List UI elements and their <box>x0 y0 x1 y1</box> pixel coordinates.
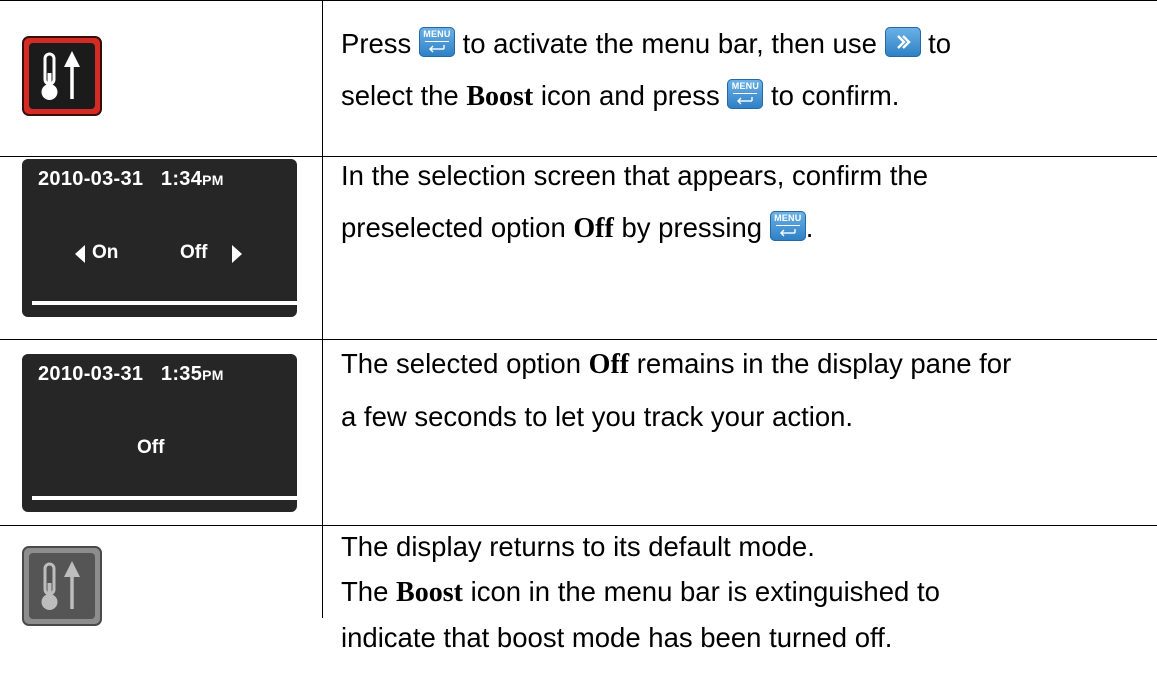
lcd-screen-selection: 2010-03-31 1:34PM On Off <box>22 159 297 317</box>
text: The selected option <box>341 348 589 379</box>
row2-instruction: In the selection screen that appears, co… <box>341 150 1141 255</box>
text: In the selection screen that appears, co… <box>341 160 928 191</box>
lcd-option-off: Off <box>180 242 208 263</box>
triangle-right-icon <box>232 245 242 263</box>
boost-term: Boost <box>466 81 534 112</box>
lcd-option-off: Off <box>137 437 165 458</box>
text: icon and press <box>533 80 728 111</box>
text: icon in the menu bar is extinguished to <box>462 576 940 607</box>
text: select the <box>341 80 467 111</box>
lcd-time: 1:34 <box>160 168 203 190</box>
lcd-datetime: 2010-03-31 1:34PM <box>38 168 224 191</box>
text: by pressing <box>613 212 770 243</box>
double-chevron-right-icon <box>896 34 911 49</box>
text: . <box>805 212 814 243</box>
boost-icon-inactive <box>22 546 102 626</box>
row1-instruction: Press MENU to activate the menu bar, the… <box>341 18 1141 123</box>
enter-arrow-icon <box>779 228 796 237</box>
text: The display returns to its default mode. <box>341 531 815 562</box>
lcd-status-bar <box>32 496 297 500</box>
lcd-status-bar <box>32 301 297 305</box>
off-term: Off <box>573 213 614 244</box>
lcd-datetime: 2010-03-31 1:35PM <box>38 363 224 386</box>
boost-icon-active <box>22 36 102 116</box>
text: remains in the display pane for <box>629 348 1012 379</box>
text: to confirm. <box>763 80 900 111</box>
triangle-left-icon <box>75 245 85 263</box>
text: Press <box>341 28 419 59</box>
text: to activate the menu bar, then use <box>454 28 885 59</box>
lcd-screen-confirmed: 2010-03-31 1:35PM Off <box>22 354 297 512</box>
enter-arrow-icon <box>737 96 754 105</box>
lcd-ampm: PM <box>202 367 224 383</box>
text: indicate that boost mode has been turned… <box>341 622 893 653</box>
text: a few seconds to let you track your acti… <box>341 401 854 432</box>
thermometer-up-icon <box>41 51 80 100</box>
menu-key-button: MENU <box>418 26 455 57</box>
menu-key-button: MENU <box>727 78 764 109</box>
row4-instruction: The display returns to its default mode.… <box>341 524 1141 660</box>
lcd-option-on: On <box>92 242 119 263</box>
lcd-date: 2010-03-31 <box>38 363 144 385</box>
lcd-date: 2010-03-31 <box>38 168 144 190</box>
enter-arrow-icon <box>428 44 445 53</box>
row3-instruction: The selected option Off remains in the d… <box>341 338 1141 443</box>
lcd-ampm: PM <box>202 172 224 188</box>
off-term: Off <box>588 349 630 380</box>
table-column-rule <box>322 0 323 618</box>
next-key-button <box>884 26 921 57</box>
text: The <box>341 576 397 607</box>
thermometer-up-icon <box>41 561 80 610</box>
lcd-time: 1:35 <box>160 363 203 385</box>
menu-key-button: MENU <box>769 210 806 241</box>
table-top-rule <box>0 0 1157 1</box>
text: to <box>920 28 952 59</box>
text: preselected option <box>341 212 574 243</box>
boost-term: Boost <box>396 577 463 608</box>
